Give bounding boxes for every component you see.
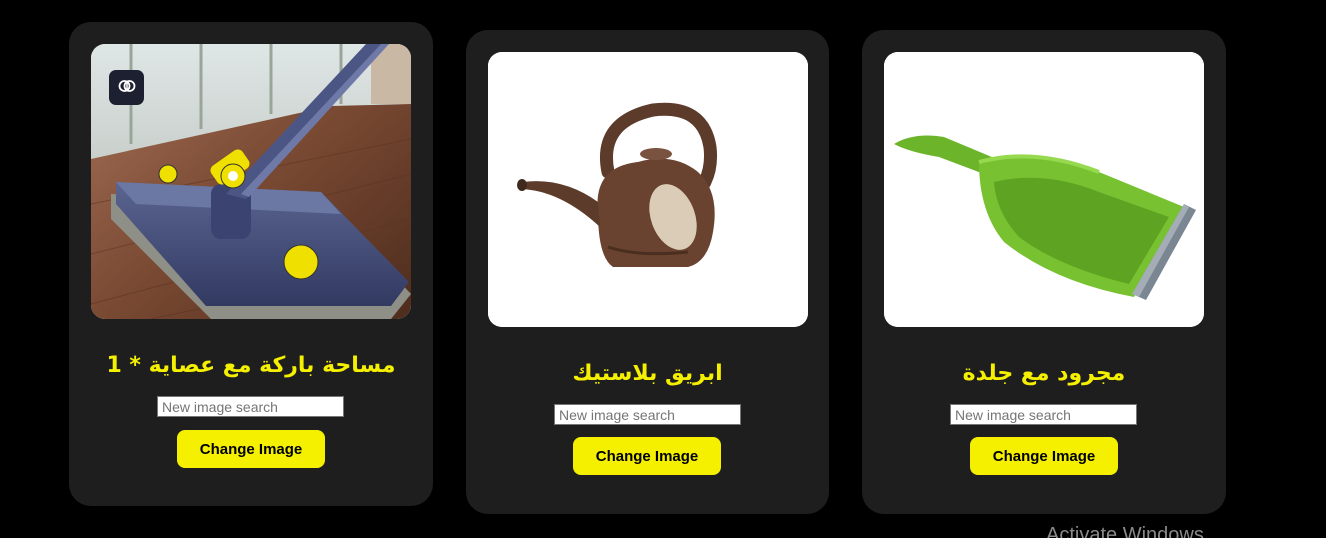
watering-can-photo bbox=[488, 52, 808, 327]
brain-icon bbox=[118, 77, 136, 99]
change-image-button[interactable]: Change Image bbox=[970, 437, 1118, 475]
product-title: مجرود مع جلدة bbox=[962, 361, 1126, 386]
image-search-input[interactable] bbox=[950, 404, 1137, 425]
activate-windows-watermark: Activate Windows bbox=[1046, 524, 1204, 538]
product-title: مساحة باركة مع عصاية * 1 bbox=[106, 353, 396, 378]
product-card-dustpan: مجرود مع جلدة Change Image bbox=[862, 30, 1226, 514]
page: مساحة باركة مع عصاية * 1 Change Image اب… bbox=[0, 0, 1326, 538]
badge[interactable] bbox=[109, 70, 144, 105]
image-search-input[interactable] bbox=[157, 396, 344, 417]
image-search-input[interactable] bbox=[554, 404, 741, 425]
product-card-watering-can: ابريق بلاستيك Change Image bbox=[466, 30, 829, 514]
dustpan-photo bbox=[884, 52, 1204, 327]
change-image-button[interactable]: Change Image bbox=[177, 430, 325, 468]
change-image-button[interactable]: Change Image bbox=[573, 437, 721, 475]
product-card-mop: مساحة باركة مع عصاية * 1 Change Image bbox=[69, 22, 433, 506]
product-title: ابريق بلاستيك bbox=[572, 361, 723, 386]
